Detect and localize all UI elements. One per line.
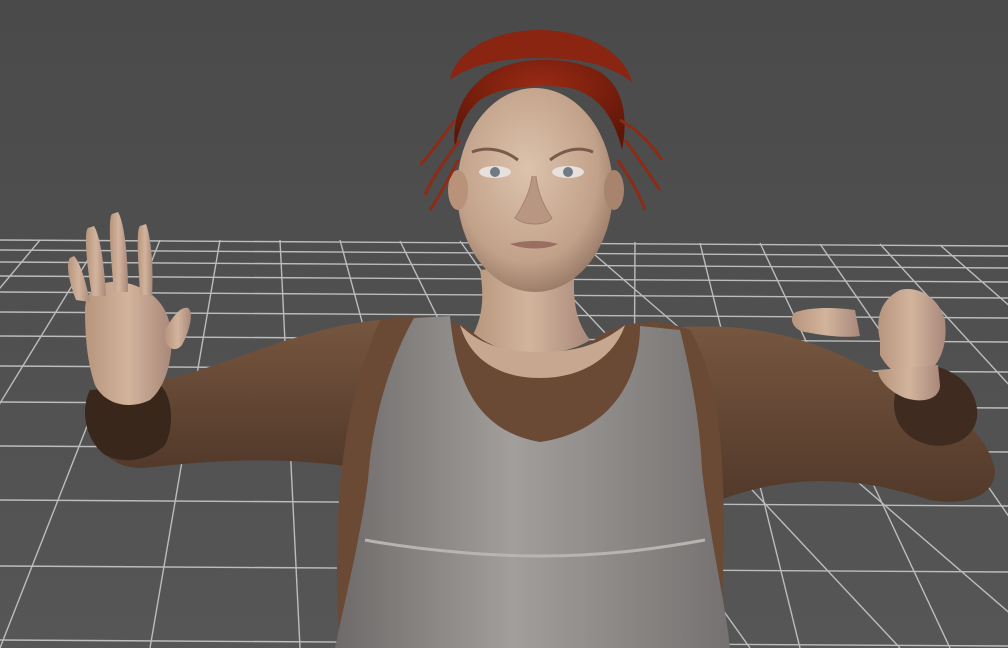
- right-iris: [563, 167, 573, 177]
- 3d-viewport[interactable]: [0, 0, 1008, 648]
- left-iris: [490, 167, 500, 177]
- right-ear: [604, 170, 624, 210]
